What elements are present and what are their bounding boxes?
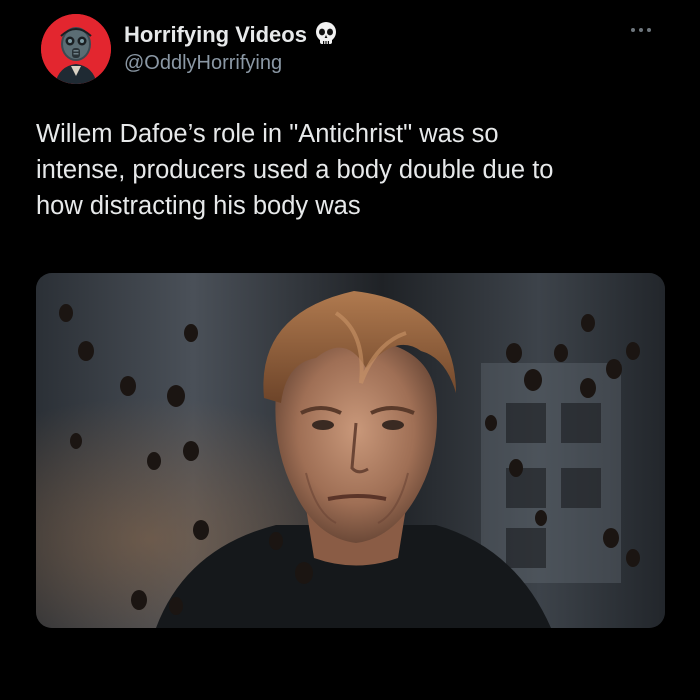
more-options-button[interactable] <box>624 18 658 42</box>
more-horizontal-icon <box>631 28 635 32</box>
avatar[interactable] <box>41 14 111 84</box>
tweet-card: Horrifying Videos @OddlyHorrifying Wille… <box>0 0 700 700</box>
author-names: Horrifying Videos @OddlyHorrifying <box>124 20 338 75</box>
more-dot <box>647 28 651 32</box>
display-name-row: Horrifying Videos <box>124 20 338 50</box>
tweet-header: Horrifying Videos @OddlyHorrifying <box>38 14 662 86</box>
display-name[interactable]: Horrifying Videos <box>124 22 307 48</box>
tweet-media-photo[interactable] <box>36 273 665 628</box>
more-dot <box>639 28 643 32</box>
tweet-text: Willem Dafoe’s role in "Antichrist" was … <box>36 120 554 220</box>
photo-man-with-floating-acorns <box>36 273 665 628</box>
author-handle[interactable]: @OddlyHorrifying <box>124 52 338 75</box>
skull-icon <box>314 21 338 49</box>
